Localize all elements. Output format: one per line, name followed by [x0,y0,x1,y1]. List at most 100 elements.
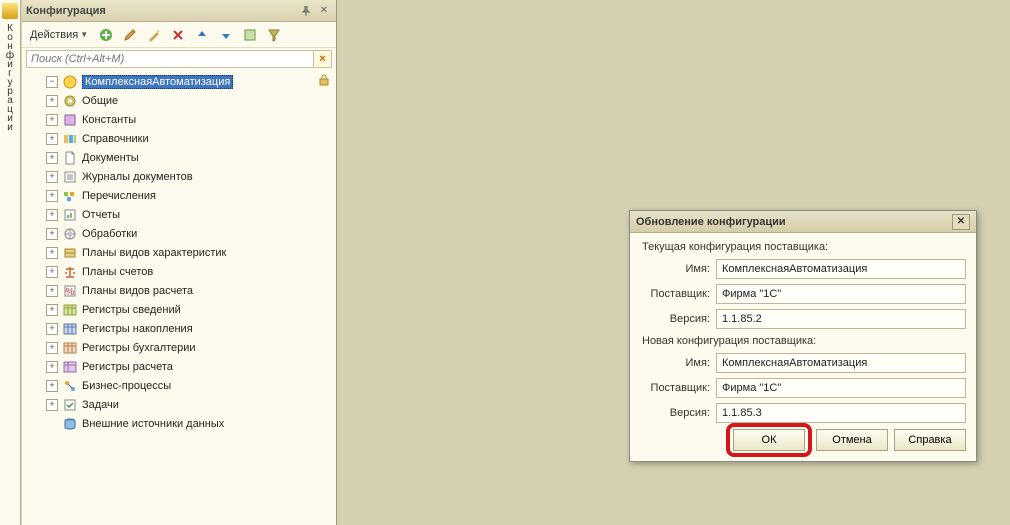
chartchar-icon [62,245,78,261]
ok-highlight: ОК [726,423,812,457]
dialog-close-button[interactable]: ✕ [952,214,970,230]
root-icon [62,74,78,90]
extdata-icon [62,416,78,432]
up-icon[interactable] [192,25,212,45]
panel-close-icon[interactable]: ✕ [316,3,332,19]
documents-icon [62,150,78,166]
add-icon[interactable] [96,25,116,45]
tree-item-label: Справочники [82,133,336,145]
panel-pin-icon[interactable] [298,3,314,19]
tree-root-label: КомплекснаяАвтоматизация [82,75,233,89]
expand-icon[interactable]: + [46,152,58,164]
expand-icon[interactable]: + [46,114,58,126]
section-new-label: Новая конфигурация поставщика: [642,335,966,347]
tree-item[interactable]: + Обработки [22,224,336,243]
current-name-field: КомплекснаяАвтоматизация [716,259,966,279]
expand-icon[interactable]: + [46,266,58,278]
new-name-field: КомплекснаяАвтоматизация [716,353,966,373]
tree-item[interactable]: Внешние источники данных [22,414,336,433]
cancel-button[interactable]: Отмена [816,429,888,451]
dataprocessors-icon [62,226,78,242]
search-clear-button[interactable]: × [314,50,332,68]
tree-item[interactable]: + Отчеты [22,205,336,224]
enums-icon [62,188,78,204]
ok-button[interactable]: ОК [733,429,805,451]
expand-icon[interactable]: + [46,304,58,316]
tree-item-label: Журналы документов [82,171,336,183]
tree-item-label: Регистры накопления [82,323,336,335]
expand-icon[interactable]: + [46,247,58,259]
tree-item-label: Отчеты [82,209,336,221]
delete-icon[interactable] [168,25,188,45]
tree-item[interactable]: + Задачи [22,395,336,414]
config-panel: Конфигурация ✕ Действия ▼ × − Комплексная… [22,0,337,525]
tree-item[interactable]: +%Планы видов расчета [22,281,336,300]
filter-icon[interactable] [264,25,284,45]
wand-icon[interactable] [144,25,164,45]
bizproc-icon [62,378,78,394]
constants-icon [62,112,78,128]
config-tree[interactable]: −КомплекснаяАвтоматизация+Общие+Констант… [22,70,336,435]
tree-item[interactable]: +Регистры бухгалтерии [22,338,336,357]
calcreg-icon [62,359,78,375]
tree-item-label: Планы видов расчета [82,285,336,297]
label-name: Имя: [640,263,710,275]
down-icon[interactable] [216,25,236,45]
tree-item-label: Перечисления [82,190,336,202]
tree-item[interactable]: + Справочники [22,129,336,148]
expand-icon[interactable]: + [46,399,58,411]
tree-item[interactable]: + Документы [22,148,336,167]
collapse-icon[interactable]: − [46,76,58,88]
label-vendor: Поставщик: [640,382,710,394]
sort-icon[interactable] [240,25,260,45]
tree-item[interactable]: +Общие [22,91,336,110]
expand-icon[interactable]: + [46,361,58,373]
current-vendor-field: Фирма "1С" [716,284,966,304]
section-current-label: Текущая конфигурация поставщика: [642,241,966,253]
tree-item[interactable]: + Регистры накопления [22,319,336,338]
help-button[interactable]: Справка [894,429,966,451]
expand-icon[interactable]: + [46,228,58,240]
search-input[interactable] [26,50,314,68]
accumreg-icon [62,321,78,337]
expand-icon[interactable]: + [46,209,58,221]
reports-icon [62,207,78,223]
tree-item[interactable]: + Регистры расчета [22,357,336,376]
tree-root[interactable]: − КомплекснаяАвтоматизация [22,72,336,91]
dialog-titlebar[interactable]: Обновление конфигурации ✕ [630,211,976,233]
tree-item[interactable]: + Константы [22,110,336,129]
general-icon [62,93,78,109]
tree-item[interactable]: + Журналы документов [22,167,336,186]
expand-icon[interactable]: + [46,171,58,183]
expand-icon[interactable]: + [46,95,58,107]
tree-item[interactable]: +Бизнес-процессы [22,376,336,395]
tree-item[interactable]: + Перечисления [22,186,336,205]
update-dialog: Обновление конфигурации ✕ Текущая конфиг… [629,210,977,462]
tree-item-label: Планы видов характеристик [82,247,336,259]
tree-item-label: Внешние источники данных [82,418,336,430]
panel-header[interactable]: Конфигурация ✕ [22,0,336,22]
dialog-title-text: Обновление конфигурации [636,216,786,228]
journals-icon [62,169,78,185]
expand-icon[interactable]: + [46,190,58,202]
tree-item-label: Регистры расчета [82,361,336,373]
actions-menu[interactable]: Действия ▼ [26,27,92,43]
tree-item[interactable]: + Планы видов характеристик [22,243,336,262]
expand-icon[interactable]: + [46,133,58,145]
tree-item-label: Обработки [82,228,336,240]
config-icon [2,3,18,19]
tree-item-label: Регистры сведений [82,304,336,316]
expand-icon[interactable]: + [46,380,58,392]
expand-icon[interactable]: + [46,342,58,354]
expand-icon[interactable]: + [46,285,58,297]
tree-item-label: Константы [82,114,336,126]
edit-icon[interactable] [120,25,140,45]
tree-item[interactable]: +Планы счетов [22,262,336,281]
expand-icon[interactable]: + [46,323,58,335]
label-vendor: Поставщик: [640,288,710,300]
tree-item-label: Задачи [82,399,336,411]
sidebar-tab[interactable]: Конфигурации [0,0,21,525]
tree-item[interactable]: + Регистры сведений [22,300,336,319]
tree-item-label: Документы [82,152,336,164]
label-version: Версия: [640,313,710,325]
